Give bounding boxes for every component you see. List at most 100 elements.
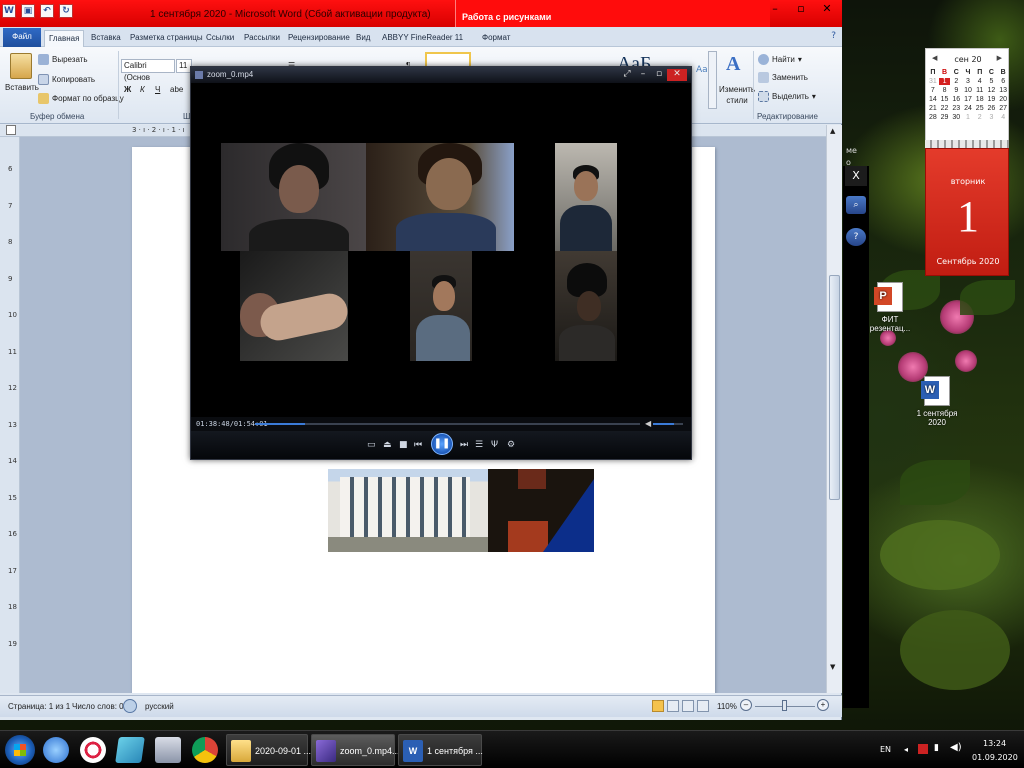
tab-references[interactable]: Ссылки: [202, 30, 238, 47]
zoom-slider-thumb[interactable]: [782, 700, 787, 711]
web-layout-view-icon[interactable]: [682, 700, 694, 712]
previous-icon[interactable]: ⏮: [414, 440, 422, 450]
strikethrough-button[interactable]: abe: [170, 85, 183, 94]
player-minimize-button[interactable]: –: [635, 69, 651, 81]
styles-scroll[interactable]: [708, 51, 717, 109]
player-close-button[interactable]: ✕: [667, 69, 687, 81]
tab-page-layout[interactable]: Разметка страницы: [126, 30, 207, 47]
zoom-in-icon[interactable]: +: [817, 699, 829, 711]
calendar-day-cell[interactable]: 25: [974, 105, 986, 112]
undo-icon[interactable]: ↶: [40, 4, 54, 18]
task-video-player[interactable]: zoom_0.mp4...: [311, 734, 400, 766]
stop-icon[interactable]: ■: [399, 440, 408, 450]
paste-button[interactable]: Вставить: [5, 83, 39, 92]
tab-review[interactable]: Рецензирование: [284, 30, 354, 47]
calendar-day-cell[interactable]: 8: [939, 87, 951, 94]
word-count[interactable]: Число слов: 0: [72, 702, 124, 711]
calendar-day-cell[interactable]: 5: [986, 78, 998, 85]
change-styles-icon[interactable]: A: [726, 53, 740, 76]
scroll-down-arrow-icon[interactable]: ▼: [830, 663, 835, 671]
calendar-day-cell[interactable]: 17: [962, 96, 974, 103]
calendar-day-cell[interactable]: 4: [997, 114, 1009, 121]
volume-slider[interactable]: [653, 423, 683, 425]
calendar-gadget[interactable]: ◀ сен 20 ▶ П В С Ч П С В 31 1 2 3 4 5 6 7 8 9 10 11 12 13 14 1…: [925, 48, 1009, 276]
tab-selector-icon[interactable]: [6, 125, 16, 135]
media-app-icon[interactable]: [80, 737, 106, 763]
play-pause-button[interactable]: ❚❚: [431, 433, 453, 455]
outline-view-icon[interactable]: [697, 700, 709, 712]
calendar-day-cell[interactable]: 29: [939, 114, 951, 121]
chrome-icon[interactable]: [192, 737, 218, 763]
next-icon[interactable]: ⏭: [460, 440, 468, 450]
zoom-level[interactable]: 110%: [717, 702, 737, 711]
redo-icon[interactable]: ↻: [59, 4, 73, 18]
tab-file[interactable]: Файл: [3, 28, 41, 47]
minimize-button[interactable]: –: [762, 0, 788, 20]
desktop-icon-word-doc[interactable]: W 1 сентября 2020: [910, 376, 964, 427]
calendar-day-cell[interactable]: 3: [986, 114, 998, 121]
side-panel-close-button[interactable]: X: [845, 166, 867, 186]
calendar-day-cell[interactable]: 13: [997, 87, 1009, 94]
volume-icon[interactable]: ◀: [645, 419, 651, 428]
calendar-day-cell[interactable]: 14: [927, 96, 939, 103]
calendar-day-cell[interactable]: 11: [974, 87, 986, 94]
save-icon[interactable]: ▣: [21, 4, 35, 18]
sticky-app-icon[interactable]: [115, 737, 145, 763]
word-app-icon[interactable]: W: [2, 4, 16, 18]
calendar-day-cell[interactable]: 2: [950, 78, 962, 85]
calendar-day-cell[interactable]: 23: [950, 105, 962, 112]
volume-tray-icon[interactable]: ◀): [950, 742, 962, 753]
scrollbar-thumb[interactable]: [829, 275, 840, 500]
language-indicator[interactable]: русский: [145, 702, 174, 711]
font-name-select[interactable]: Calibri (Основ: [121, 59, 175, 82]
close-button[interactable]: ✕: [814, 0, 840, 20]
tab-abbyy[interactable]: ABBYY FineReader 11: [378, 30, 467, 47]
change-styles-button[interactable]: Изменить стили: [719, 84, 755, 106]
tab-mailings[interactable]: Рассылки: [240, 30, 284, 47]
calendar-day-cell[interactable]: 24: [962, 105, 974, 112]
video-frame[interactable]: [221, 143, 661, 363]
full-screen-view-icon[interactable]: [667, 700, 679, 712]
maximize-button[interactable]: ▫: [788, 0, 814, 20]
vertical-scrollbar[interactable]: ▲ ▼: [826, 125, 842, 693]
calendar-day-cell[interactable]: 3: [962, 78, 974, 85]
progress-track[interactable]: [255, 423, 640, 425]
help-icon[interactable]: ?: [831, 31, 836, 41]
document-image[interactable]: [328, 469, 594, 552]
tab-view[interactable]: Вид: [352, 30, 374, 47]
calendar-day-cell[interactable]: 7: [927, 87, 939, 94]
clock-date[interactable]: 01.09.2020: [972, 753, 1018, 762]
playlist-icon[interactable]: ☰: [475, 440, 483, 450]
player-maximize-button[interactable]: ▫: [651, 69, 667, 81]
clock-time[interactable]: 13:24: [983, 739, 1006, 748]
calendar-day-cell[interactable]: 1: [938, 78, 951, 85]
side-help-icon[interactable]: ?: [846, 228, 866, 246]
italic-button[interactable]: К: [140, 85, 145, 94]
calendar-day-cell[interactable]: 22: [939, 105, 951, 112]
calendar-day-cell[interactable]: 9: [950, 87, 962, 94]
player-fullscreen-button[interactable]: ⤢: [619, 69, 635, 81]
internet-explorer-icon[interactable]: [43, 737, 69, 763]
eject-icon[interactable]: ⏏: [383, 440, 392, 450]
calendar-day-cell[interactable]: 28: [927, 114, 939, 121]
calendar-day-cell[interactable]: 31: [927, 78, 939, 85]
video-player-window[interactable]: zoom_0.mp4 ⤢ – ▫ ✕ 01:38:48/01:54:01 ◀ ▭…: [190, 66, 692, 460]
calendar-day-cell[interactable]: 18: [974, 96, 986, 103]
calendar-day-cell[interactable]: 4: [974, 78, 986, 85]
proofing-icon[interactable]: [123, 699, 137, 713]
network-icon[interactable]: ▮: [934, 743, 939, 753]
desktop-icon-presentation[interactable]: P ФИТ резентац...: [866, 282, 914, 333]
calendar-next-icon[interactable]: ▶: [997, 54, 1002, 62]
task-folder[interactable]: 2020-09-01 ...: [226, 734, 311, 766]
calendar-day-cell[interactable]: 12: [986, 87, 998, 94]
scroll-up-arrow-icon[interactable]: ▲: [830, 127, 835, 135]
tab-format[interactable]: Формат: [478, 30, 514, 47]
language-indicator[interactable]: EN: [880, 745, 891, 754]
calendar-day-cell[interactable]: 19: [986, 96, 998, 103]
show-hidden-icons-icon[interactable]: ◂: [904, 745, 908, 754]
seek-bar[interactable]: 01:38:48/01:54:01 ◀: [191, 417, 691, 431]
task-word[interactable]: W 1 сентября ...: [398, 734, 483, 766]
calendar-day-cell[interactable]: 10: [962, 87, 974, 94]
vertical-ruler[interactable]: 6 7 8 9 10 11 12 13 14 15 16 17 18 19: [0, 137, 20, 693]
calendar-day-cell[interactable]: 1: [962, 114, 974, 121]
